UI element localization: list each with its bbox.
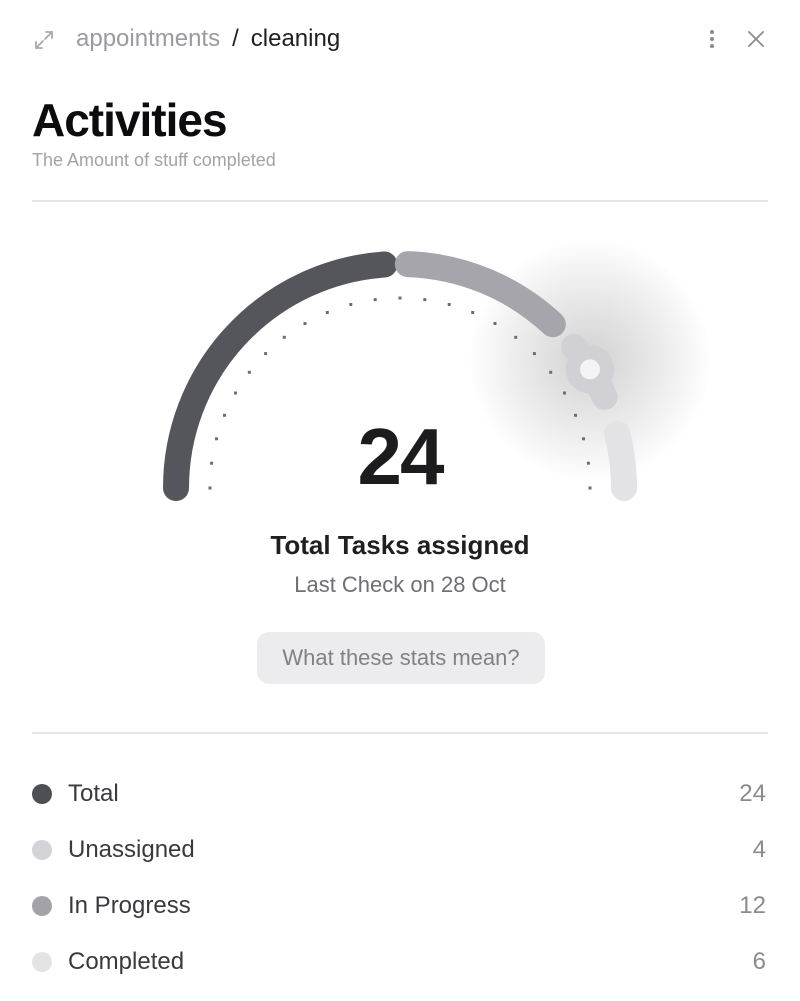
- total-tasks-count: 24: [357, 412, 445, 501]
- gauge-tick: [349, 303, 353, 306]
- page-title: Activities: [32, 94, 228, 146]
- legend-color-dot: [32, 840, 52, 860]
- gauge-drag-handle[interactable]: [566, 345, 614, 394]
- gauge-tick: [215, 437, 218, 441]
- panel-header: appointments / cleaning: [0, 0, 800, 78]
- page-subtitle: The Amount of stuff completed: [32, 150, 276, 170]
- gauge-tick: [373, 298, 377, 302]
- gauge-tick: [514, 335, 518, 339]
- legend-label: Completed: [68, 948, 185, 975]
- legend-value: 24: [739, 780, 766, 807]
- gauge-tick: [325, 311, 329, 314]
- gauge-tick: [582, 437, 585, 441]
- gauge-tick: [574, 413, 577, 417]
- legend-value: 6: [752, 948, 766, 975]
- more-vertical-icon[interactable]: [700, 27, 724, 51]
- legend-label: In Progress: [68, 892, 191, 919]
- gauge-segment-completed: [604, 420, 637, 501]
- gauge-tick: [208, 486, 212, 490]
- breadcrumb-separator: /: [232, 25, 239, 52]
- gauge-tick: [563, 391, 566, 395]
- gauge-tick: [247, 370, 251, 374]
- legend-item: Unassigned 4: [32, 822, 768, 878]
- gauge-tick: [282, 335, 286, 339]
- breadcrumb-current: cleaning: [250, 25, 341, 52]
- close-icon[interactable]: [744, 27, 768, 51]
- legend-value: 4: [752, 836, 766, 863]
- gauge-tick: [234, 391, 237, 395]
- expand-icon[interactable]: [32, 28, 56, 52]
- header-divider: [32, 200, 768, 202]
- legend-color-dot: [32, 784, 52, 804]
- legend-color-dot: [32, 896, 52, 916]
- gauge-tick: [588, 486, 592, 490]
- gauge-tick: [423, 298, 427, 302]
- legend-value: 12: [739, 892, 766, 919]
- stats-legend: Total 24 Unassigned 4 In Progress 12 Completed…: [32, 766, 768, 990]
- legend-item: Completed 6: [32, 934, 768, 990]
- gauge-tick: [532, 352, 536, 356]
- gauge-handle-knob[interactable]: [580, 359, 600, 380]
- breadcrumb: appointments / cleaning: [76, 24, 340, 54]
- gauge-tick: [447, 303, 451, 306]
- gauge-tick: [586, 461, 590, 465]
- legend-divider: [32, 732, 768, 734]
- stats-help-button[interactable]: What these stats mean?: [257, 632, 545, 684]
- gauge-tick: [398, 296, 402, 300]
- legend-label: Total: [68, 780, 119, 807]
- legend-color-dot: [32, 952, 52, 972]
- legend-item: In Progress 12: [32, 878, 768, 934]
- gauge-tick: [303, 322, 307, 325]
- gauge-tick: [223, 413, 226, 417]
- gauge-tick: [264, 352, 268, 356]
- breadcrumb-parent-link[interactable]: appointments: [76, 25, 220, 52]
- gauge-tick: [493, 322, 497, 325]
- gauge-tick: [210, 461, 214, 465]
- last-check-date: Last Check on 28 Oct: [294, 572, 506, 597]
- legend-item: Total 24: [32, 766, 768, 822]
- gauge-tick: [471, 311, 475, 314]
- legend-label: Unassigned: [68, 836, 195, 863]
- gauge-caption: Total Tasks assigned: [270, 530, 530, 560]
- gauge-tick: [549, 370, 553, 374]
- gauge-segment-in-progress: [394, 251, 566, 338]
